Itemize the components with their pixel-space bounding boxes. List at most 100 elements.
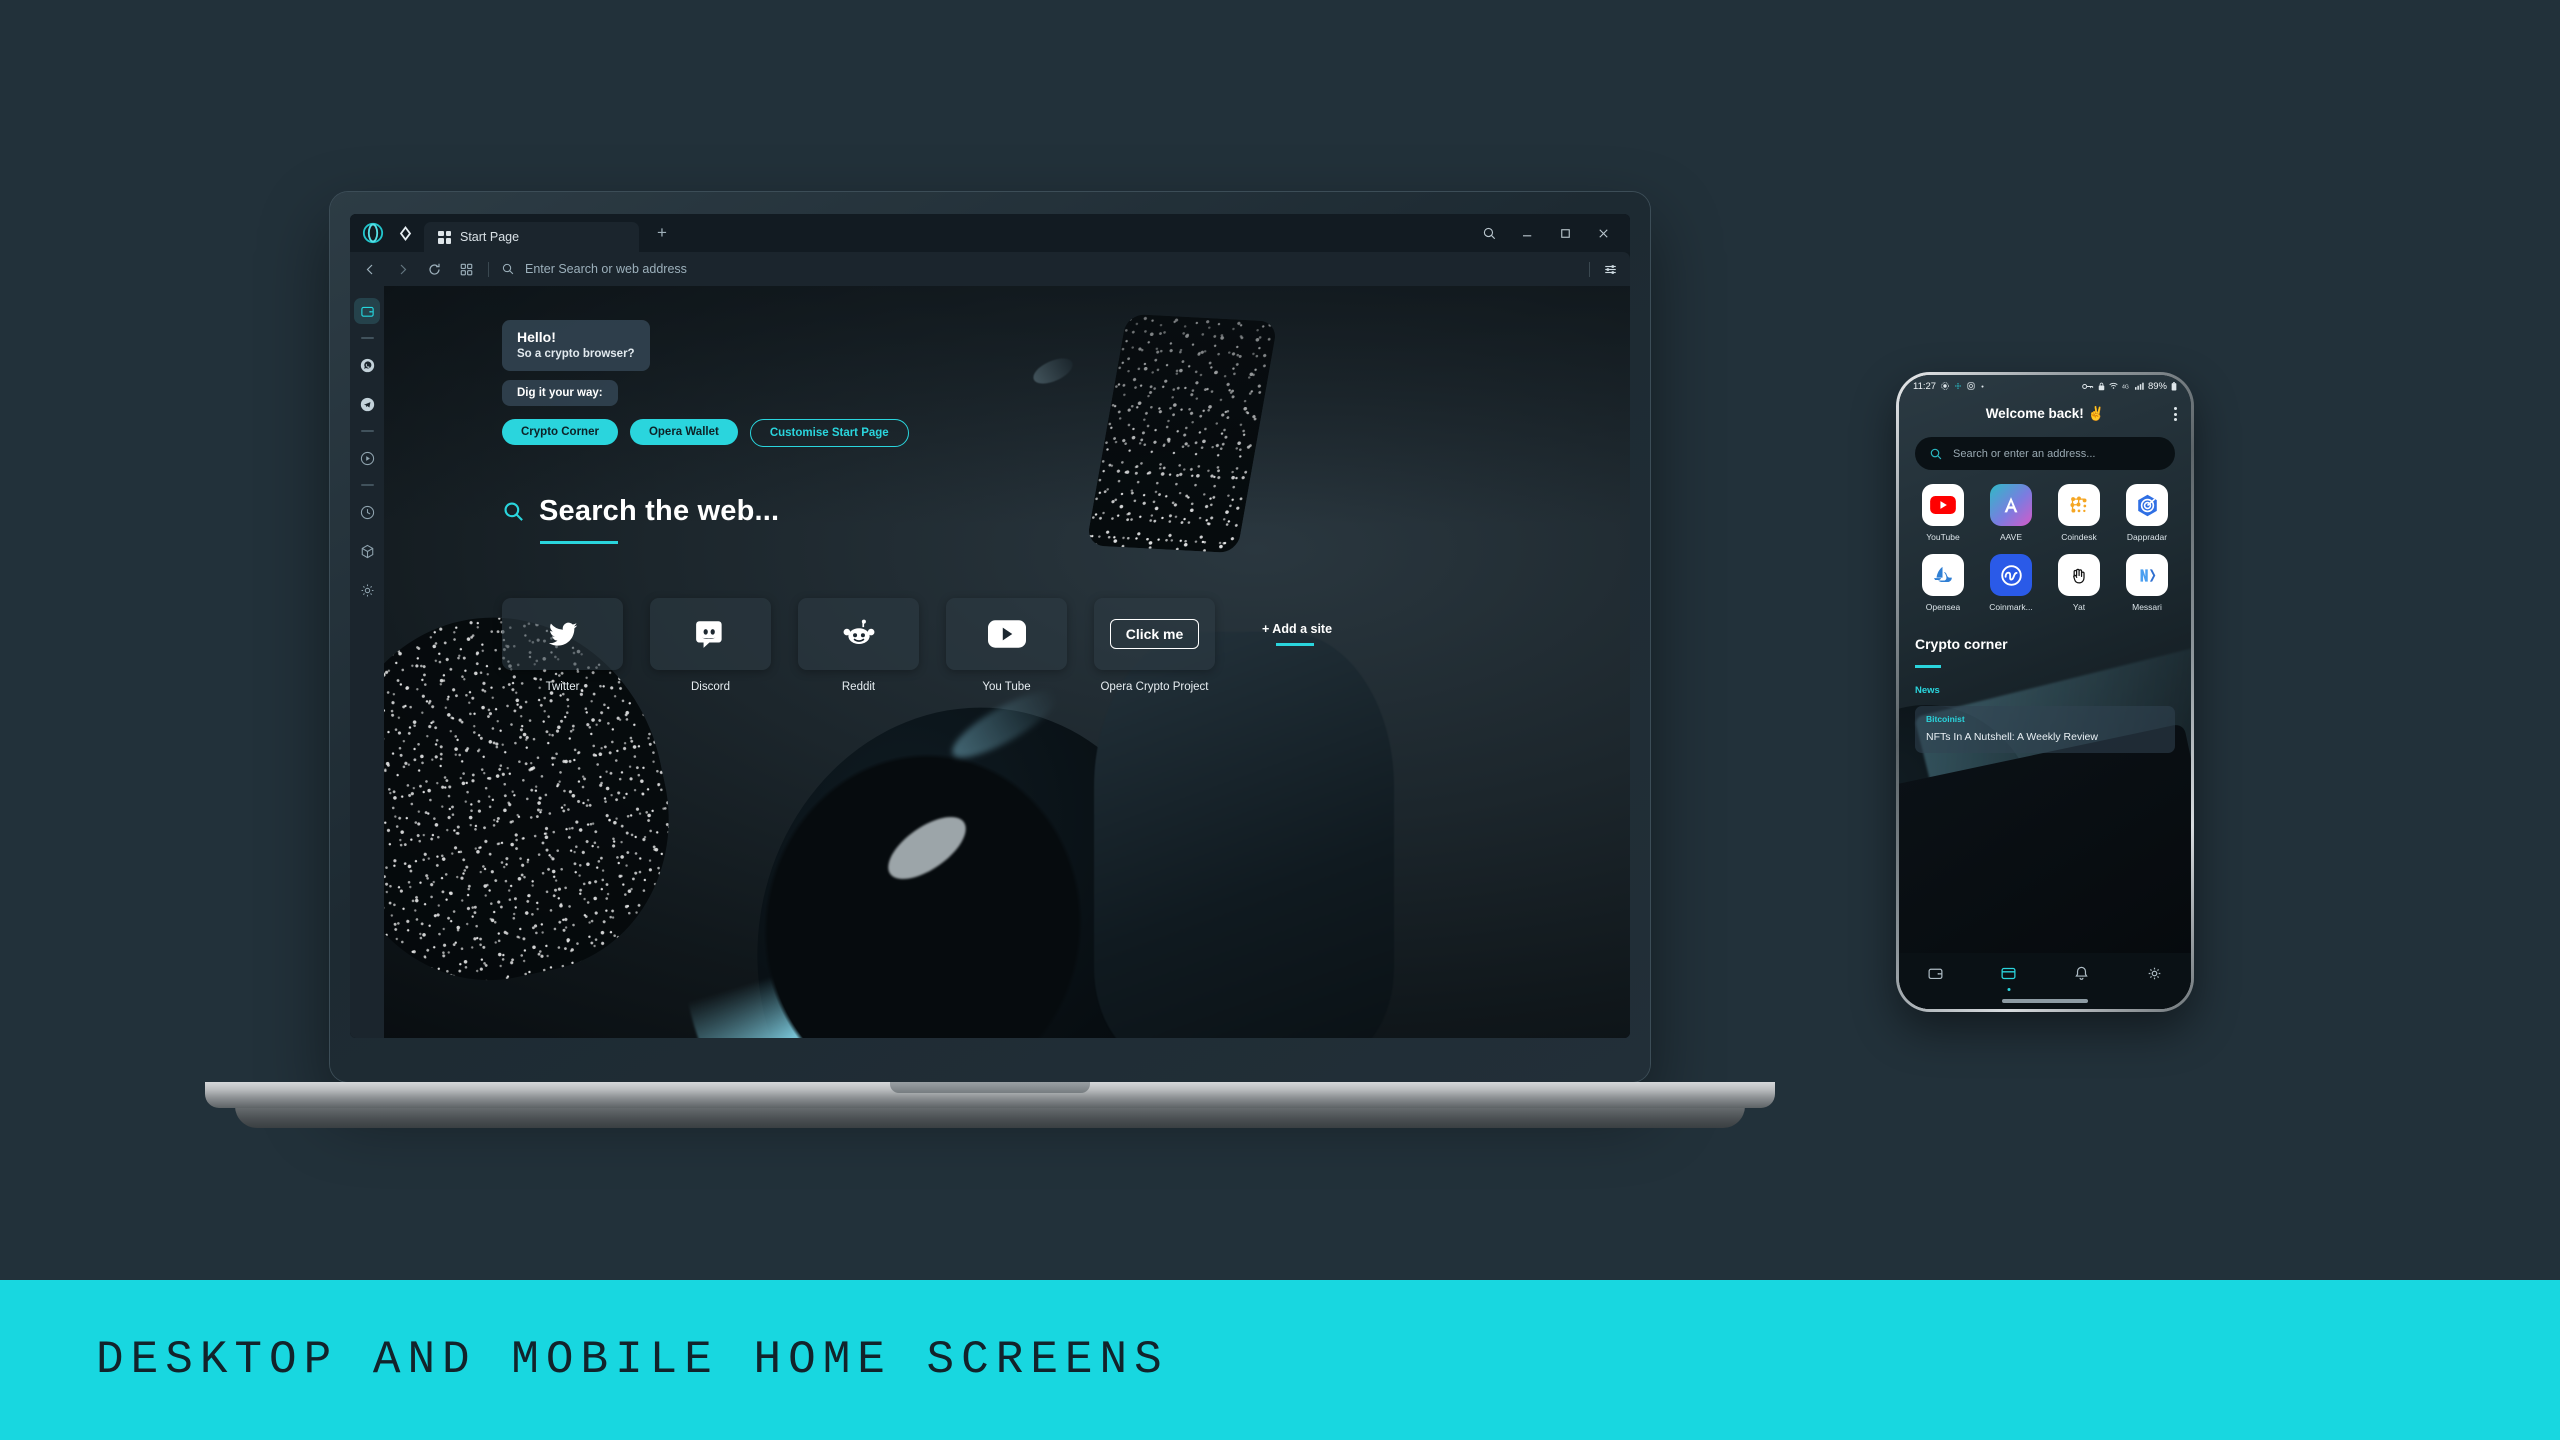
chip-opera-wallet[interactable]: Opera Wallet [629, 419, 738, 446]
nav-browser[interactable] [1992, 960, 2026, 986]
chip-crypto-corner[interactable]: Crypto Corner [502, 419, 618, 446]
phone-app-messari[interactable]: Messari [2117, 554, 2177, 612]
news-card[interactable]: Bitcoinist NFTs In A Nutshell: A Weekly … [1915, 706, 2175, 753]
status-right: 4G 89% [2082, 381, 2177, 392]
speed-dial-reddit[interactable]: Reddit [798, 598, 919, 693]
phone-app-label: YouTube [1926, 532, 1960, 542]
browser-sidebar [350, 286, 384, 1038]
phone-header: Welcome back! ✌️ [1899, 397, 2191, 431]
click-me-button[interactable]: Click me [1109, 619, 1200, 650]
nav-settings[interactable] [2138, 960, 2172, 986]
gear-icon [1941, 382, 1949, 390]
nav-alerts[interactable] [2065, 960, 2099, 986]
speed-dial-opera-crypto-project[interactable]: Click me Opera Crypto Project [1094, 598, 1215, 693]
new-tab-button[interactable]: + [649, 220, 675, 246]
sidebar-item-whatsapp[interactable] [354, 352, 380, 378]
search-underline [540, 541, 618, 545]
yat-hand-icon [2058, 554, 2100, 596]
speed-dial-twitter[interactable]: Twitter [502, 598, 623, 693]
dappradar-icon [2126, 484, 2168, 526]
grid-icon [438, 230, 451, 244]
scene-canvas: Start Page + Enter Search or web address… [0, 0, 2560, 1440]
phone-app-youtube[interactable]: YouTube [1913, 484, 1973, 542]
phone-app-coindesk[interactable]: Coindesk [2049, 484, 2109, 542]
status-left: 11:27 [1913, 381, 1985, 392]
speed-dial-label: You Tube [982, 681, 1031, 694]
sidebar-item-wallet[interactable] [354, 298, 380, 324]
greeting-title: Hello! [517, 329, 556, 345]
browser-toolbar: Enter Search or web address [350, 252, 1630, 286]
phone-bottom-nav [1899, 953, 2191, 993]
phone-status-bar: 11:27 4G 89% [1899, 375, 2191, 397]
twitter-icon [502, 598, 623, 671]
phone-home-indicator [1899, 993, 2191, 1009]
youtube-icon [946, 598, 1067, 671]
maximize-icon[interactable] [1548, 219, 1582, 247]
search-icon[interactable] [1472, 219, 1506, 247]
sidebar-item-history[interactable] [354, 499, 380, 525]
coinmarketcap-icon [1990, 554, 2032, 596]
speed-dial-discord[interactable]: Discord [650, 598, 771, 693]
phone-speed-dial-grid: YouTube AAVE Coindesk Dappradar Opensea … [1899, 470, 2191, 612]
sidebar-item-telegram[interactable] [354, 391, 380, 417]
greeting-subtitle: So a crypto browser? [517, 347, 635, 360]
chevron-right-icon[interactable] [392, 259, 412, 279]
tab-start-page[interactable]: Start Page [424, 222, 639, 252]
messari-icon [2126, 554, 2168, 596]
reddit-icon [798, 598, 919, 671]
minimize-icon[interactable] [1510, 219, 1544, 247]
close-icon[interactable] [1586, 219, 1620, 247]
reload-icon[interactable] [424, 259, 444, 279]
sidebar-item-player[interactable] [354, 445, 380, 471]
phone-app-aave[interactable]: AAVE [1981, 484, 2041, 542]
speed-dial-label: Twitter [545, 681, 580, 694]
address-placeholder: Enter Search or web address [525, 262, 687, 276]
kebab-menu-icon[interactable] [2174, 407, 2177, 421]
sidebar-item-extensions[interactable] [354, 538, 380, 564]
rhombus-icon[interactable] [394, 222, 416, 244]
4g-icon: 4G [2122, 383, 2131, 390]
phone-app-opensea[interactable]: Opensea [1913, 554, 1973, 612]
phone-ui: 11:27 4G 89% Welcome back! ✌️ Search or … [1899, 375, 2191, 1009]
address-bar[interactable]: Enter Search or web address [501, 257, 1577, 281]
battery-icon [2171, 381, 2177, 391]
quick-chips: Crypto Corner Opera Wallet Customise Sta… [502, 419, 1630, 448]
phone-search-input[interactable]: Search or enter an address... [1915, 437, 2175, 470]
sidebar-divider-3 [360, 484, 374, 486]
search-the-web[interactable]: Search the web... [502, 495, 1630, 528]
phone-app-label: Opensea [1925, 602, 1961, 612]
crypto-corner-section: News [1915, 685, 1940, 696]
phone-app-coinmarketcap[interactable]: Coinmark... [1981, 554, 2041, 612]
browser-body: Hello! So a crypto browser? Dig it your … [350, 286, 1630, 1038]
tab-grid-icon[interactable] [456, 259, 476, 279]
battery-percent: 89% [2147, 380, 2167, 392]
sidebar-item-settings[interactable] [354, 577, 380, 603]
opera-browser-window: Start Page + Enter Search or web address… [350, 214, 1630, 1038]
dig-label: Dig it your way: [517, 387, 603, 400]
search-icon [1929, 447, 1943, 461]
chevron-left-icon[interactable] [360, 259, 380, 279]
laptop-screen: Start Page + Enter Search or web address… [350, 214, 1630, 1038]
start-page-content: Hello! So a crypto browser? Dig it your … [384, 286, 1630, 1038]
greeting-bubble: Hello! So a crypto browser? [502, 320, 650, 372]
wifi-icon [2109, 382, 2118, 390]
speed-dial-youtube[interactable]: You Tube [946, 598, 1067, 693]
news-headline: NFTs In A Nutshell: A Weekly Review [1926, 731, 2098, 743]
toolbar-divider-2 [1589, 261, 1590, 277]
phone-app-yat[interactable]: Yat [2049, 554, 2109, 612]
tab-strip: Start Page + [350, 214, 1630, 252]
nav-wallet[interactable] [1919, 960, 1953, 986]
svg-text:4G: 4G [2122, 384, 2129, 390]
opera-logo-icon[interactable] [362, 222, 384, 244]
status-time: 11:27 [1913, 380, 1937, 392]
sliders-icon[interactable] [1600, 259, 1620, 279]
phone-app-dappradar[interactable]: Dappradar [2117, 484, 2177, 542]
search-heading: Search the web... [539, 495, 780, 528]
sidebar-divider-2 [360, 430, 374, 432]
phone-app-label: Yat [2072, 602, 2086, 612]
add-a-site-button[interactable]: + Add a site [1262, 598, 1332, 647]
window-controls [1472, 219, 1624, 247]
add-a-site-underline [1276, 643, 1314, 647]
chip-customise-start-page[interactable]: Customise Start Page [749, 419, 909, 448]
coindesk-icon [2058, 484, 2100, 526]
